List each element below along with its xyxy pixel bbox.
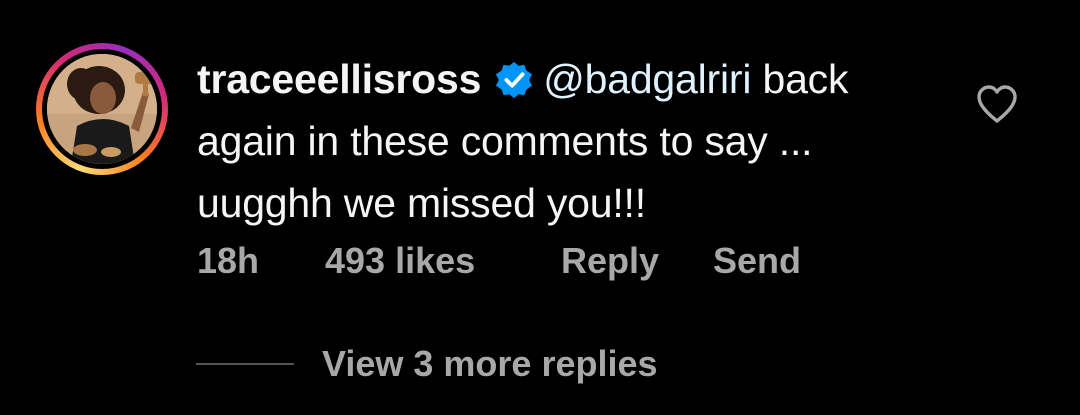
view-more-replies-label: View 3 more replies xyxy=(322,343,658,384)
verified-badge-icon xyxy=(495,61,533,99)
comment-meta: 18h 493 likes Reply Send xyxy=(197,240,801,282)
username-link[interactable]: traceeellisross xyxy=(197,56,481,102)
comment-text: traceeellisross @badgalriri back again in… xyxy=(197,48,957,234)
heart-icon[interactable] xyxy=(975,84,1019,124)
likes-count[interactable]: 493 likes xyxy=(325,240,561,282)
timestamp: 18h xyxy=(197,240,260,281)
replies-divider xyxy=(196,363,294,365)
story-ring[interactable] xyxy=(36,43,168,175)
comment: traceeellisross @badgalriri back again in… xyxy=(0,0,1080,415)
avatar[interactable] xyxy=(47,54,157,164)
avatar-image xyxy=(47,54,157,164)
mention-link[interactable]: @badgalriri xyxy=(543,56,751,102)
view-more-replies-button[interactable]: View 3 more replies xyxy=(196,343,658,385)
reply-button[interactable]: Reply xyxy=(561,240,713,282)
send-button[interactable]: Send xyxy=(713,240,801,282)
